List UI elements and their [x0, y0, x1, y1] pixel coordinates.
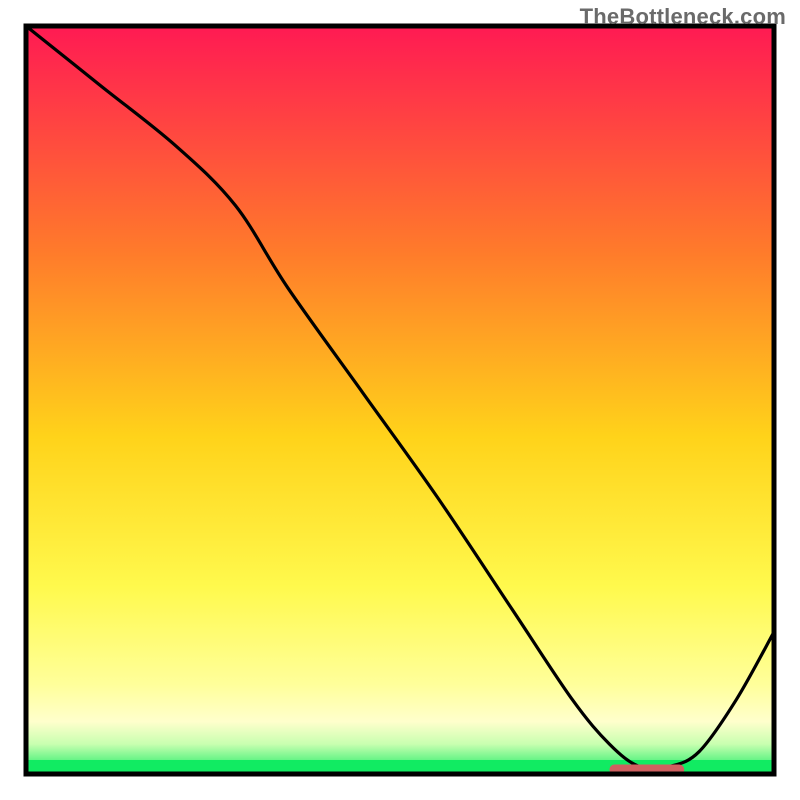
- watermark-text: TheBottleneck.com: [580, 4, 786, 30]
- bottleneck-chart: [0, 0, 800, 800]
- chart-container: { "watermark": "TheBottleneck.com", "col…: [0, 0, 800, 800]
- gradient-background: [26, 26, 774, 774]
- plot-area: [26, 26, 774, 775]
